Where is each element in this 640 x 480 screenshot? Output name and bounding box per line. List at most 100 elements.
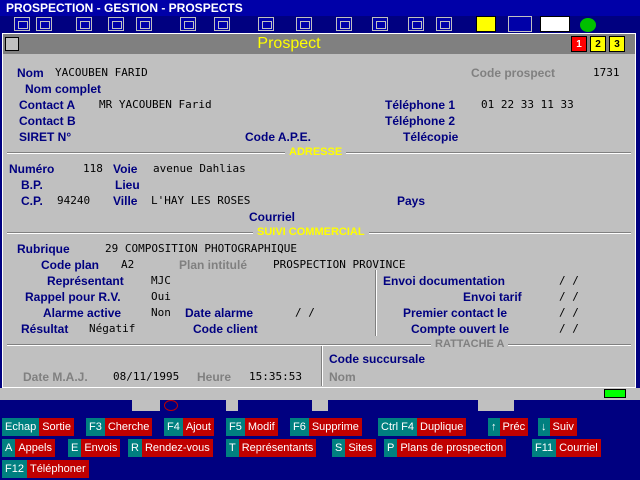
hotkey-courriel[interactable]: F11 Courriel [532, 439, 601, 457]
toolbar-icon[interactable] [214, 17, 230, 31]
scroll-icon[interactable] [478, 400, 514, 411]
hotkey-key: A [2, 439, 16, 457]
toolbar-icon[interactable] [336, 17, 352, 31]
compte-ouvert-value[interactable]: / / [559, 322, 579, 336]
toolbar-icon[interactable] [436, 17, 452, 31]
hotkey-label: Envois [84, 442, 118, 454]
hotkey-label: Suiv [552, 421, 574, 433]
hotkey-key: F5 [226, 418, 245, 436]
rattache-vertical-divider [321, 346, 323, 386]
heure-value: 15:35:53 [249, 370, 302, 383]
code-client-label: Code client [193, 322, 258, 336]
representant-label: Représentant [47, 274, 124, 288]
telephone-1-value[interactable]: 01 22 33 11 33 [481, 98, 574, 112]
hotkey-duplique[interactable]: Ctrl F4 Duplique [378, 418, 467, 436]
page-3-button[interactable]: 3 [609, 36, 625, 52]
code-prospect-value[interactable]: 1731 [593, 66, 620, 80]
plan-intitule-label: Plan intitulé [179, 258, 248, 272]
envoi-documentation-value[interactable]: / / [559, 274, 579, 288]
hotkey-label: Supprime [311, 421, 359, 433]
toolbar-icon[interactable] [136, 17, 152, 31]
hotkey-suiv[interactable]: ↓ Suiv [538, 418, 577, 436]
toolbar-icon[interactable] [14, 17, 30, 31]
toolbar-icon[interactable] [36, 17, 52, 31]
hotkey-sortie[interactable]: Echap Sortie [2, 418, 74, 436]
date-alarme-label: Date alarme [185, 306, 254, 320]
ville-value[interactable]: L'HAY LES ROSES [151, 194, 250, 208]
envoi-tarif-label: Envoi tarif [463, 290, 522, 304]
hotkey-supprime[interactable]: F6 Supprime [290, 418, 362, 436]
hotkey-label: Rendez-vous [144, 442, 210, 454]
rappel-value[interactable]: Oui [151, 290, 171, 304]
hotkey-label: Appels [18, 442, 52, 454]
hotkey-label: Cherche [107, 421, 150, 433]
hotkey-appels[interactable]: A Appels [2, 439, 55, 457]
toolbar-icon[interactable] [408, 17, 424, 31]
hotkey-rendez-vous[interactable]: R Rendez-vous [128, 439, 213, 457]
phone-icon[interactable] [580, 18, 596, 32]
code-prospect-label: Code prospect [471, 66, 556, 80]
page-2-button[interactable]: 2 [590, 36, 606, 52]
hotkey-label: Ajout [185, 421, 211, 433]
commercial-vertical-divider [375, 270, 377, 336]
page-1-button[interactable]: 1 [571, 36, 587, 52]
contact-a-label: Contact A [19, 98, 76, 112]
app-title: PROSPECTION - GESTION - PROSPECTS [6, 1, 243, 15]
nom-label: Nom [17, 66, 44, 80]
hotkey-key: R [128, 439, 142, 457]
calculator-icon[interactable] [508, 16, 532, 32]
hotkey-cherche[interactable]: F3 Cherche [86, 418, 153, 436]
keyboard-icon[interactable] [226, 400, 238, 411]
app-titlebar: PROSPECTION - GESTION - PROSPECTS [0, 0, 640, 16]
envoi-documentation-label: Envoi documentation [383, 274, 506, 288]
circle-icon[interactable] [164, 400, 178, 411]
toolbar-icon[interactable] [258, 17, 274, 31]
calendar-icon[interactable] [312, 400, 328, 411]
toolbar-icon[interactable] [372, 17, 388, 31]
cp-value[interactable]: 94240 [57, 194, 90, 208]
dialog-titlebar: Prospect 1 2 3 [3, 34, 635, 54]
commercial-section-title: SUIVI COMMERCIAL [253, 226, 369, 239]
hotkey-sites[interactable]: S Sites [332, 439, 376, 457]
contact-a-value[interactable]: MR YACOUBEN Farid [99, 98, 212, 112]
lieu-label: Lieu [115, 178, 140, 192]
toolbar-icon[interactable] [180, 17, 196, 31]
hotkey-plans-prospection[interactable]: P Plans de prospection [384, 439, 507, 457]
hotkey-representants[interactable]: T Représentants [226, 439, 317, 457]
code-plan-value[interactable]: A2 [121, 258, 134, 272]
resultat-value[interactable]: Négatif [89, 322, 135, 336]
hotkey-label: Duplique [420, 421, 464, 433]
telephone-2-label: Téléphone 2 [385, 114, 456, 128]
hotkey-label: Modif [247, 421, 275, 433]
bp-label: B.P. [21, 178, 43, 192]
notes-icon[interactable] [476, 16, 496, 32]
rappel-label: Rappel pour R.V. [25, 290, 121, 304]
grid-icon[interactable] [540, 16, 570, 32]
rattache-divider [7, 344, 631, 346]
envoi-tarif-value[interactable]: / / [559, 290, 579, 304]
rubrique-label: Rubrique [17, 242, 70, 256]
nav-arrows-icon[interactable] [132, 400, 160, 411]
nom-value[interactable]: YACOUBEN FARID [55, 66, 148, 80]
numero-value[interactable]: 118 [83, 162, 103, 176]
hotkey-telephoner[interactable]: F12 Téléphoner [2, 460, 89, 478]
hotkey-key: F6 [290, 418, 309, 436]
courriel-label: Courriel [249, 210, 296, 224]
alarme-value[interactable]: Non [151, 306, 171, 320]
dialog-title: Prospect [257, 35, 321, 52]
hotkey-label: Sites [348, 442, 373, 454]
voie-value[interactable]: avenue Dahlias [153, 162, 246, 176]
rubrique-value[interactable]: 29 COMPOSITION PHOTOGRAPHIQUE [105, 242, 297, 256]
hotkey-prec[interactable]: ↑ Préc [488, 418, 529, 436]
hotkey-envois[interactable]: E Envois [68, 439, 121, 457]
hotkey-modif[interactable]: F5 Modif [226, 418, 278, 436]
date-alarme-value[interactable]: / / [295, 306, 315, 320]
hotkey-key: F12 [2, 460, 27, 478]
premier-contact-value[interactable]: / / [559, 306, 579, 320]
rattache-nom-label: Nom [329, 370, 356, 384]
hotkey-ajout[interactable]: F4 Ajout [164, 418, 214, 436]
toolbar-icon[interactable] [76, 17, 92, 31]
representant-value[interactable]: MJC [151, 274, 171, 288]
toolbar-icon[interactable] [108, 17, 124, 31]
toolbar-icon[interactable] [296, 17, 312, 31]
